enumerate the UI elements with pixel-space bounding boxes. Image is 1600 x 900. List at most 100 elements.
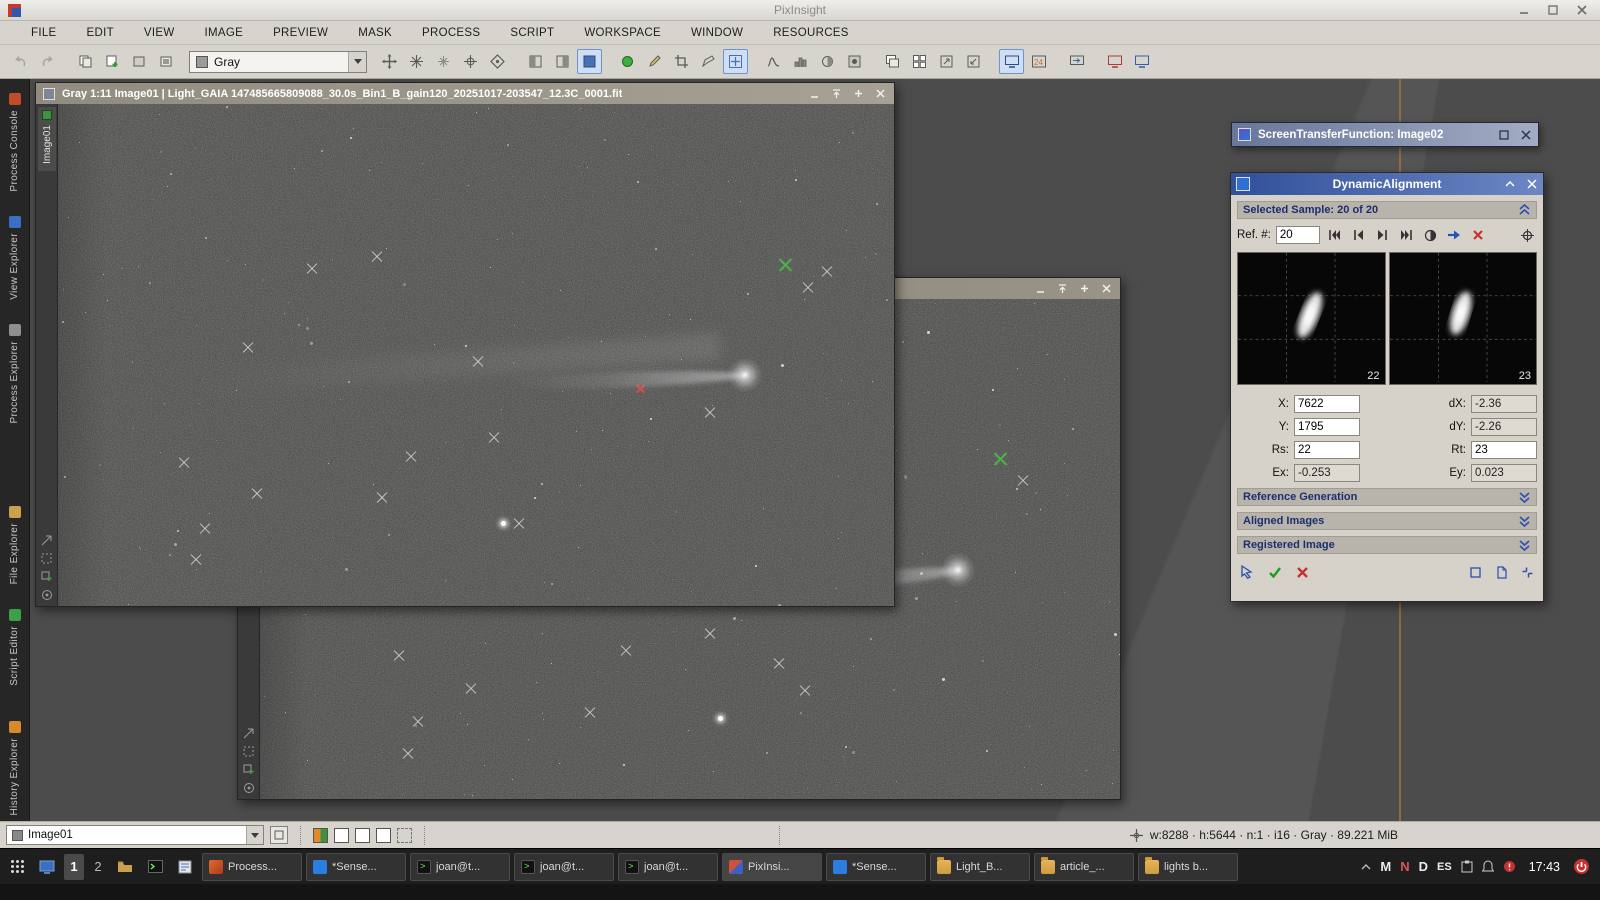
- rt-input[interactable]: [1471, 441, 1537, 459]
- zoom-out-mode-icon[interactable]: [431, 49, 456, 74]
- dynamic-crop-icon[interactable]: [669, 49, 694, 74]
- ex-input[interactable]: [1294, 464, 1360, 482]
- show-desktop-icon[interactable]: [34, 853, 60, 881]
- fit-view-icon[interactable]: [485, 49, 510, 74]
- menu-workspace[interactable]: WORKSPACE: [569, 24, 676, 42]
- color-space-selector[interactable]: Gray: [189, 51, 367, 73]
- dynalign-close-button[interactable]: [1525, 178, 1538, 191]
- dx-input[interactable]: [1471, 395, 1537, 413]
- menu-preview[interactable]: PREVIEW: [258, 24, 343, 42]
- image2-maximize-button[interactable]: [1078, 282, 1091, 295]
- cascade-windows-icon[interactable]: [880, 49, 905, 74]
- zoom-1-1-icon[interactable]: [458, 49, 483, 74]
- taskbar-app-lights-folder[interactable]: lights b...: [1138, 853, 1238, 881]
- text-editor-launcher-icon[interactable]: [172, 853, 198, 881]
- swatch-4[interactable]: [397, 828, 412, 843]
- stf-autostretch-icon[interactable]: [761, 49, 786, 74]
- image-window-1[interactable]: Gray 1:11 Image01 | Light_GAIA 147485665…: [35, 82, 895, 607]
- lut-24bit-icon[interactable]: 24: [1026, 49, 1051, 74]
- collapse-section-icon[interactable]: [1518, 204, 1531, 216]
- taskbar-app-sense-1[interactable]: *Sense...: [306, 853, 406, 881]
- taskbar-app-article-folder[interactable]: article_...: [1034, 853, 1134, 881]
- image2-resize-icon[interactable]: [243, 728, 254, 739]
- tray-expand-icon[interactable]: [1361, 863, 1371, 870]
- image2-close-button[interactable]: [1100, 282, 1113, 295]
- annotate-icon[interactable]: [696, 49, 721, 74]
- screen-blue-icon[interactable]: [1129, 49, 1154, 74]
- track-sample-button[interactable]: [1518, 226, 1537, 244]
- y-input[interactable]: [1294, 418, 1360, 436]
- dynalign-shade-button[interactable]: [1503, 178, 1516, 191]
- dynalign-titlebar[interactable]: DynamicAlignment: [1231, 173, 1543, 195]
- first-sample-button[interactable]: [1325, 226, 1344, 244]
- ref-number-input[interactable]: [1276, 226, 1320, 244]
- menu-edit[interactable]: EDIT: [72, 24, 129, 42]
- workspace-1-button[interactable]: 1: [64, 854, 84, 880]
- menu-mask[interactable]: MASK: [343, 24, 407, 42]
- tray-item-d[interactable]: D: [1419, 859, 1428, 874]
- terminal-launcher-icon[interactable]: [142, 853, 168, 881]
- last-sample-button[interactable]: [1397, 226, 1416, 244]
- expand-section-icon-2[interactable]: [1518, 515, 1531, 527]
- color-space-dropdown-icon[interactable]: [348, 52, 366, 72]
- browse-documentation-button[interactable]: [1492, 563, 1511, 581]
- dock-tab-history-explorer[interactable]: History Explorer: [9, 715, 21, 822]
- image2-center-icon[interactable]: [243, 782, 255, 794]
- copy-image-icon[interactable]: [127, 49, 152, 74]
- image1-center-icon[interactable]: [41, 589, 53, 601]
- image1-view-tab[interactable]: Image01: [38, 107, 56, 171]
- realtime-preview-button[interactable]: [1466, 563, 1485, 581]
- histogram-icon[interactable]: [788, 49, 813, 74]
- dock-tab-file-explorer[interactable]: File Explorer: [9, 500, 21, 590]
- image2-minimize-button[interactable]: [1034, 282, 1047, 295]
- power-button[interactable]: [1573, 858, 1590, 875]
- dock-tab-process-explorer[interactable]: Process Explorer: [9, 318, 21, 430]
- tray-item-m[interactable]: M: [1380, 859, 1391, 874]
- menu-resources[interactable]: RESOURCES: [758, 24, 864, 42]
- dock-tab-view-explorer[interactable]: View Explorer: [9, 210, 21, 306]
- image1-close-button[interactable]: [874, 87, 887, 100]
- section-aligned-images[interactable]: Aligned Images: [1237, 512, 1537, 530]
- undo-icon[interactable]: [8, 49, 33, 74]
- swatch-1[interactable]: [334, 828, 349, 843]
- edit-pencil-icon[interactable]: [642, 49, 667, 74]
- paste-image-icon[interactable]: [154, 49, 179, 74]
- tray-item-n[interactable]: N: [1400, 859, 1409, 874]
- next-sample-button[interactable]: [1373, 226, 1392, 244]
- reset-button[interactable]: [1518, 563, 1537, 581]
- taskbar-app-terminal-1[interactable]: joan@t...: [410, 853, 510, 881]
- notification-bell-icon[interactable]: [1482, 860, 1494, 873]
- duplicate-view-icon[interactable]: [73, 49, 98, 74]
- menu-window[interactable]: WINDOW: [676, 24, 758, 42]
- zoom-in-mode-icon[interactable]: [404, 49, 429, 74]
- dynamic-alignment-window[interactable]: DynamicAlignment Selected Sample: 20 of …: [1230, 172, 1544, 602]
- image1-minimize-button[interactable]: [808, 87, 821, 100]
- prev-sample-button[interactable]: [1349, 226, 1368, 244]
- app-launcher-icon[interactable]: [4, 853, 30, 881]
- dock-tab-script-editor[interactable]: Script Editor: [9, 603, 21, 692]
- tile-windows-icon[interactable]: [907, 49, 932, 74]
- dy-input[interactable]: [1471, 418, 1537, 436]
- delete-sample-button[interactable]: [1469, 226, 1488, 244]
- readout-color-swatch[interactable]: [313, 828, 328, 843]
- goto-sample-button[interactable]: [1445, 226, 1464, 244]
- mask-invert-icon[interactable]: [550, 49, 575, 74]
- taskbar-app-process[interactable]: Process...: [202, 853, 302, 881]
- mask-show-icon[interactable]: [577, 49, 602, 74]
- menu-file[interactable]: FILE: [16, 24, 72, 42]
- target-sample-thumbnail[interactable]: 23: [1389, 252, 1538, 385]
- image1-shade-button[interactable]: [830, 87, 843, 100]
- image1-titlebar[interactable]: Gray 1:11 Image01 | Light_GAIA 147485665…: [36, 83, 894, 104]
- x-input[interactable]: [1294, 395, 1360, 413]
- file-manager-icon[interactable]: [112, 853, 138, 881]
- stf-restore-button[interactable]: [1497, 128, 1510, 141]
- menu-view[interactable]: VIEW: [129, 24, 190, 42]
- shrink-windows-icon[interactable]: [961, 49, 986, 74]
- menu-process[interactable]: PROCESS: [407, 24, 495, 42]
- keyboard-layout-indicator[interactable]: ES: [1437, 861, 1452, 873]
- send-to-screen-icon[interactable]: [1064, 49, 1089, 74]
- taskbar-app-terminal-3[interactable]: joan@t...: [618, 853, 718, 881]
- clock[interactable]: 17:43: [1529, 860, 1560, 874]
- drag-instance-button[interactable]: [1237, 563, 1256, 581]
- view-dropdown-icon[interactable]: [246, 826, 263, 844]
